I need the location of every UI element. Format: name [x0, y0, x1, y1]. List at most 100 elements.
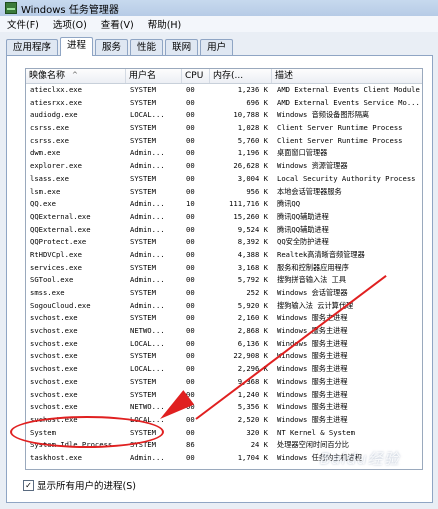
process-description: NT Kernel & System: [277, 427, 355, 437]
process-user: SYSTEM: [130, 186, 156, 196]
column-cpu[interactable]: CPU: [182, 69, 210, 83]
table-row[interactable]: audiodg.exe LOCAL... 00 10,788 K Windows 音频设…: [26, 109, 422, 122]
process-description: Windows 会话管理器: [277, 288, 348, 297]
tab-applications[interactable]: 应用程序: [6, 39, 59, 56]
table-row[interactable]: RtHDVCpl.exe Admin... 00 4,388 K Realtek高清晰音…: [26, 249, 422, 262]
column-user-name[interactable]: 用户名: [126, 69, 182, 83]
process-cpu: 00: [186, 123, 195, 133]
process-memory: 15,260 K: [233, 211, 268, 221]
baidu-watermark: Baidu经验: [320, 450, 400, 468]
process-table[interactable]: 映像名称 ^ 用户名 CPU 内存(... 描述 atieclxx.exe SYS…: [25, 68, 423, 470]
process-description: Windows 服务主进程: [277, 414, 348, 424]
table-row[interactable]: QQProtect.exe SYSTEM 00 8,392 K QQ安全防护进程: [26, 236, 422, 249]
table-row[interactable]: svchost.exe SYSTEM 00 2,160 K Windows 服务主进程: [26, 312, 422, 325]
column-memory[interactable]: 内存(...: [210, 69, 272, 83]
process-cpu: 00: [186, 173, 195, 183]
tab-performance[interactable]: 性能: [130, 39, 164, 56]
table-row[interactable]: csrss.exe SYSTEM 00 1,028 K Client Server Ru…: [26, 122, 422, 135]
process-memory: 26,628 K: [233, 161, 268, 171]
table-row[interactable]: SogouCloud.exe Admin... 00 5,920 K 搜狗输入法 云计算…: [26, 300, 422, 313]
process-user: SYSTEM: [130, 313, 156, 323]
show-all-users-control[interactable]: ✓ 显示所有用户的进程(S): [23, 478, 136, 492]
process-description: 服务和控制器应用程序: [277, 262, 349, 272]
process-name: svchost.exe: [30, 389, 78, 399]
process-memory: 5,356 K: [237, 402, 268, 412]
column-description[interactable]: 描述: [272, 69, 422, 83]
process-memory: 5,792 K: [237, 275, 268, 285]
process-memory: 5,920 K: [237, 300, 268, 310]
table-row[interactable]: lsm.exe SYSTEM 00 956 K 本地会话管理器服务: [26, 186, 422, 199]
table-row[interactable]: svchost.exe SYSTEM 00 1,240 K Windows 服务主进程: [26, 389, 422, 402]
process-name: lsass.exe: [30, 173, 69, 183]
process-memory: 1,704 K: [237, 452, 268, 462]
tab-networking[interactable]: 联网: [165, 39, 199, 56]
tab-processes[interactable]: 进程: [60, 37, 94, 56]
process-cpu: 00: [186, 313, 195, 323]
process-description: Local Security Authority Process: [277, 173, 416, 183]
tab-strip: 应用程序 进程 服务 性能 联网 用户: [6, 37, 235, 56]
process-memory: 1,196 K: [237, 148, 268, 158]
process-cpu: 00: [186, 364, 195, 374]
table-row[interactable]: QQExternal.exe Admin... 00 15,260 K 腾讯QQ辅助进程: [26, 211, 422, 224]
process-cpu: 00: [186, 300, 195, 310]
process-memory: 3,168 K: [237, 262, 268, 272]
process-user: LOCAL...: [130, 364, 165, 374]
process-description: 腾讯QQ辅助进程: [277, 211, 329, 221]
process-user: Admin...: [130, 275, 165, 285]
tab-users[interactable]: 用户: [200, 39, 234, 56]
show-all-users-label: 显示所有用户的进程(S): [37, 481, 136, 492]
tab-services[interactable]: 服务: [95, 39, 129, 56]
process-description: Client Server Runtime Process: [277, 123, 403, 133]
process-description: Client Server Runtime Process: [277, 135, 403, 145]
process-cpu: 00: [186, 452, 195, 462]
process-name: csrss.exe: [30, 135, 69, 145]
process-user: SYSTEM: [130, 97, 156, 107]
process-name: svchost.exe: [30, 364, 78, 374]
table-row[interactable]: svchost.exe SYSTEM 00 9,368 K Windows 服务主进程: [26, 376, 422, 389]
table-row[interactable]: explorer.exe Admin... 00 26,628 K Windows 资源…: [26, 160, 422, 173]
process-name: atieclxx.exe: [30, 85, 82, 94]
process-memory: 2,160 K: [237, 313, 268, 323]
process-name: svchost.exe: [30, 338, 78, 348]
process-name: explorer.exe: [30, 161, 82, 171]
process-name: SGTool.exe: [30, 275, 74, 285]
table-row[interactable]: SGTool.exe Admin... 00 5,792 K 搜狗拼音输入法 工具: [26, 274, 422, 287]
table-row[interactable]: svchost.exe LOCAL... 00 6,136 K Windows 服务主进…: [26, 338, 422, 351]
process-user: SYSTEM: [130, 376, 156, 386]
table-row[interactable]: svchost.exe NETWO... 00 2,868 K Windows 服务主进…: [26, 325, 422, 338]
process-description: Realtek高清晰音频管理器: [277, 249, 365, 259]
process-memory: 2,520 K: [237, 414, 268, 424]
process-cpu: 00: [186, 275, 195, 285]
process-cpu: 00: [186, 351, 195, 361]
process-cpu: 00: [186, 427, 195, 437]
table-row[interactable]: lsass.exe SYSTEM 00 3,004 K Local Security A…: [26, 173, 422, 186]
table-row[interactable]: svchost.exe SYSTEM 00 22,908 K Windows 服务主进程: [26, 350, 422, 363]
process-memory: 956 K: [246, 186, 268, 196]
table-row[interactable]: svchost.exe LOCAL... 00 2,296 K Windows 服务主进…: [26, 363, 422, 376]
process-description: Windows 服务主进程: [277, 351, 348, 361]
table-row[interactable]: services.exe SYSTEM 00 3,168 K 服务和控制器应用程序: [26, 262, 422, 275]
menu-bar: 文件(F) 选项(O) 查看(V) 帮助(H): [0, 16, 438, 32]
table-row[interactable]: csrss.exe SYSTEM 00 5,760 K Client Server Ru…: [26, 135, 422, 148]
process-name: taskhost.exe: [30, 452, 82, 462]
process-description: AMD External Events Service Mo...: [277, 97, 420, 107]
column-image-name[interactable]: 映像名称 ^: [26, 69, 126, 83]
process-description: Windows 服务主进程: [277, 402, 348, 412]
process-description: AMD External Events Client Module: [277, 85, 420, 94]
process-user: Admin...: [130, 199, 165, 209]
process-description: Windows 服务主进程: [277, 376, 348, 386]
table-row[interactable]: dwm.exe Admin... 00 1,196 K 桌面窗口管理器: [26, 147, 422, 160]
process-user: SYSTEM: [130, 135, 156, 145]
table-row[interactable]: svchost.exe NETWO... 00 5,356 K Windows 服务主进…: [26, 401, 422, 414]
menu-help[interactable]: 帮助(H): [141, 17, 189, 31]
process-cpu: 00: [186, 85, 195, 94]
process-description: Windows 资源管理器: [277, 161, 348, 171]
table-row[interactable]: QQExternal.exe Admin... 00 9,524 K 腾讯QQ辅助进程: [26, 224, 422, 237]
menu-file[interactable]: 文件(F): [0, 17, 46, 31]
menu-view[interactable]: 查看(V): [94, 17, 141, 31]
menu-options[interactable]: 选项(O): [46, 17, 94, 31]
table-row[interactable]: QQ.exe Admin... 10 111,716 K 腾讯QQ: [26, 198, 422, 211]
show-all-users-checkbox[interactable]: ✓: [23, 479, 34, 491]
table-row[interactable]: atieclxx.exe SYSTEM 00 1,236 K AMD External …: [26, 84, 422, 97]
table-row[interactable]: atiesrxx.exe SYSTEM 00 696 K AMD External Ev…: [26, 97, 422, 110]
